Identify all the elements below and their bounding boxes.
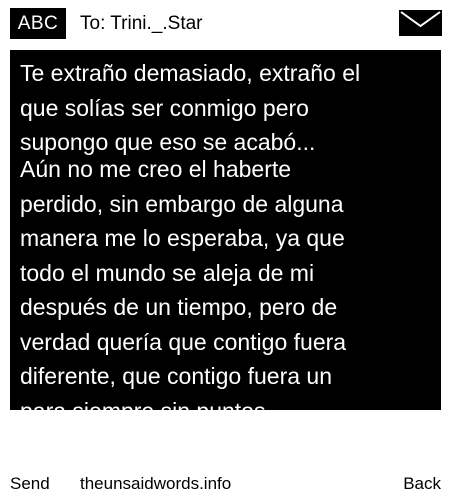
- message-text-part-1: Te extraño demasiado, extraño el que sol…: [20, 60, 361, 155]
- recipient-field[interactable]: To: Trini._.Star: [80, 8, 203, 39]
- input-mode-badge[interactable]: ABC: [10, 8, 66, 39]
- message-body[interactable]: Te extraño demasiado, extraño el que sol…: [10, 50, 441, 410]
- back-softkey[interactable]: Back: [403, 470, 441, 498]
- message-text-part-2: Aún no me creo el haberte perdido, sin e…: [20, 156, 347, 410]
- envelope-icon: [399, 10, 442, 36]
- center-softkey-label: theunsaidwords.info: [80, 474, 232, 493]
- compose-screen: ABC To: Trini._.Star Te extraño demasiad…: [0, 0, 450, 500]
- send-softkey[interactable]: Send: [10, 470, 50, 498]
